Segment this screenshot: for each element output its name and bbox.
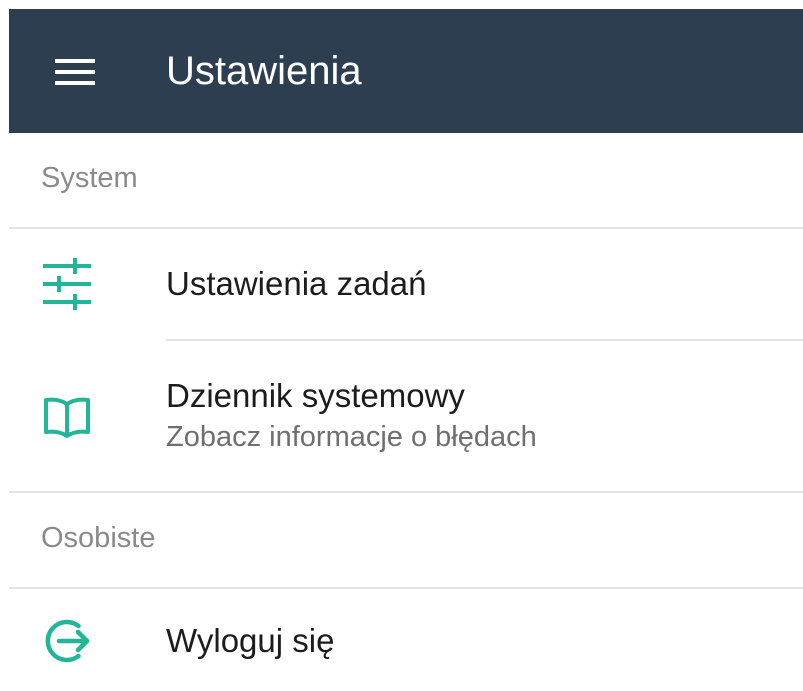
section-divider [9,491,803,493]
settings-screen: Ustawienia System Ustawienia zadań Dzien… [0,0,803,691]
menu-button[interactable] [49,47,101,95]
settings-item-system-log[interactable]: Dziennik systemowy Zobacz informacje o b… [9,341,803,491]
book-open-icon [39,388,95,444]
section-header-personal: Osobiste [41,522,156,554]
settings-item-title: Ustawienia zadań [166,265,427,302]
settings-item-task-settings[interactable]: Ustawienia zadań [9,229,803,339]
page-title: Ustawienia [166,49,362,93]
app-bar: Ustawienia [9,9,803,133]
sliders-icon [39,256,95,312]
settings-item-subtitle: Zobacz informacje o błędach [166,421,537,453]
section-header-system: System [41,162,138,194]
settings-item-title: Wyloguj się [166,622,335,659]
settings-item-logout[interactable]: Wyloguj się [9,589,803,691]
logout-icon [39,613,95,669]
settings-item-title: Dziennik systemowy [166,377,465,414]
